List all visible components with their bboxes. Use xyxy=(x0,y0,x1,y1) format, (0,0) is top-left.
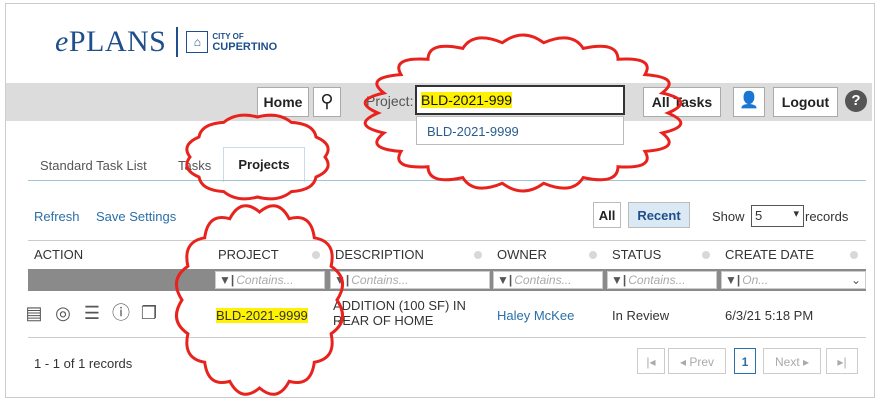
sort-icon[interactable] xyxy=(850,251,858,259)
last-page-button[interactable]: ▸| xyxy=(826,348,858,374)
city-line2: CUPERTINO xyxy=(212,41,278,53)
sort-icon[interactable] xyxy=(702,251,710,259)
status-filter-input[interactable]: ▼| Contains... xyxy=(607,271,717,289)
date-filter-input[interactable]: ▼| On... ⌄ xyxy=(721,271,866,289)
project-label: Project: xyxy=(366,93,414,109)
city-seal-icon: ⌂ xyxy=(186,31,209,53)
tab-standard-task-list[interactable]: Standard Task List xyxy=(40,158,147,173)
filter-icon: ▼| xyxy=(611,273,627,287)
col-project[interactable]: PROJECT xyxy=(218,247,279,262)
project-search-input[interactable]: BLD-2021-999 xyxy=(415,85,625,115)
create-date-value: 6/3/21 5:18 PM xyxy=(725,308,814,323)
info-icon[interactable]: ⓘ xyxy=(111,303,131,323)
description-filter-input[interactable]: ▼| Contains... xyxy=(330,271,490,289)
search-icon[interactable]: ⚲ xyxy=(313,87,341,117)
tab-projects[interactable]: Projects xyxy=(223,147,305,182)
help-icon[interactable]: ? xyxy=(845,90,867,112)
documents-icon[interactable]: ❐ xyxy=(139,303,159,323)
project-dropdown-option[interactable]: BLD-2021-9999 xyxy=(416,116,624,145)
filter-icon: ▼| xyxy=(334,273,350,287)
sort-icon[interactable] xyxy=(312,251,320,259)
tab-divider xyxy=(28,180,866,181)
approve-icon[interactable]: ◎ xyxy=(53,303,73,323)
page-frame xyxy=(5,3,875,398)
all-filter-button[interactable]: All xyxy=(593,202,621,228)
sort-icon[interactable] xyxy=(474,251,482,259)
col-description[interactable]: DESCRIPTION xyxy=(335,247,424,262)
save-settings-link[interactable]: Save Settings xyxy=(96,209,176,224)
filter-icon: ▼| xyxy=(497,273,513,287)
first-page-button[interactable]: |◂ xyxy=(637,348,665,374)
list-icon[interactable]: ☰ xyxy=(82,303,102,323)
prev-page-button[interactable]: ◂ Prev xyxy=(668,348,726,374)
record-count: 1 - 1 of 1 records xyxy=(34,356,133,371)
page-size-value: 5 xyxy=(755,208,763,223)
sort-icon[interactable] xyxy=(589,251,597,259)
status-value: In Review xyxy=(612,308,670,323)
col-action[interactable]: ACTION xyxy=(34,247,83,262)
filter-icon: ▼| xyxy=(725,273,741,287)
chevron-down-icon: ⌄ xyxy=(850,273,861,287)
chevron-down-icon: ▾ xyxy=(793,208,799,220)
logo-prefix: e xyxy=(55,25,69,58)
project-link[interactable]: BLD-2021-9999 xyxy=(216,308,308,323)
col-create-date[interactable]: CREATE DATE xyxy=(725,247,814,262)
owner-link[interactable]: Haley McKee xyxy=(497,308,574,323)
project-description: ADDITION (100 SF) IN REAR OF HOME xyxy=(333,298,466,328)
records-label: records xyxy=(805,209,849,224)
home-button[interactable]: Home xyxy=(257,87,309,117)
page-1-button[interactable]: 1 xyxy=(734,348,756,374)
next-page-button[interactable]: Next ▸ xyxy=(763,348,821,374)
tab-tasks[interactable]: Tasks xyxy=(178,158,211,173)
project-input-value: BLD-2021-999 xyxy=(421,92,513,108)
checklist-icon[interactable]: ▤ xyxy=(24,303,44,323)
owner-filter-input[interactable]: ▼| Contains... xyxy=(493,271,603,289)
logout-button[interactable]: Logout xyxy=(773,87,838,117)
refresh-link[interactable]: Refresh xyxy=(34,209,80,224)
col-owner[interactable]: OWNER xyxy=(497,247,547,262)
filter-icon: ▼| xyxy=(219,273,235,287)
page-size-select[interactable]: 5 ▾ xyxy=(751,205,804,227)
all-tasks-button[interactable]: All Tasks xyxy=(643,87,721,117)
eplans-logo: ePLANS ⌂ CITY OF CUPERTINO xyxy=(55,25,277,59)
project-filter-input[interactable]: ▼| Contains... xyxy=(215,271,325,289)
user-icon[interactable]: 👤 xyxy=(733,87,765,117)
show-label: Show xyxy=(712,209,745,224)
col-status[interactable]: STATUS xyxy=(612,247,661,262)
recent-filter-button[interactable]: Recent xyxy=(628,202,690,228)
logo-main: PLANS xyxy=(68,25,167,58)
